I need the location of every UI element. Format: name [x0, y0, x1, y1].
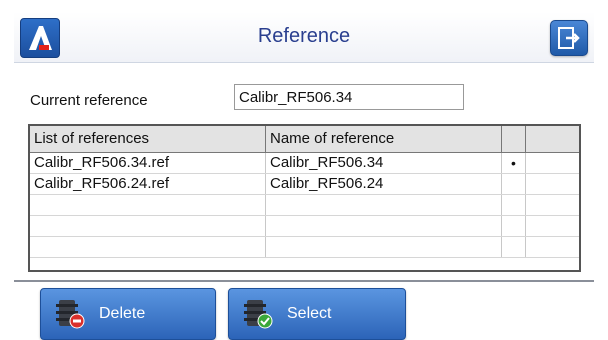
reference-name-cell: [266, 216, 502, 236]
references-table: List of references Name of reference Cal…: [28, 124, 581, 272]
column-header-mark: [502, 126, 526, 152]
table-row[interactable]: [30, 216, 579, 237]
table-header: List of references Name of reference: [30, 126, 579, 153]
extra-cell: [526, 174, 579, 194]
reference-file-cell: Calibr_RF506.34.ref: [30, 153, 266, 173]
exit-button[interactable]: [550, 20, 588, 56]
page-title: Reference: [257, 25, 351, 47]
select-button[interactable]: Select: [228, 288, 406, 340]
column-header-name[interactable]: Name of reference: [266, 126, 502, 152]
current-marker: [502, 237, 526, 257]
delete-button-label: Delete: [99, 305, 146, 322]
select-icon: [244, 300, 273, 329]
extra-cell: [526, 195, 579, 215]
header-bar: Reference: [14, 12, 594, 63]
reference-file-cell: Calibr_RF506.24.ref: [30, 174, 266, 194]
select-button-label: Select: [287, 305, 332, 322]
table-row[interactable]: Calibr_RF506.24.ref Calibr_RF506.24: [30, 174, 579, 195]
reference-name-cell: Calibr_RF506.34: [266, 153, 502, 173]
current-reference-label: Current reference: [30, 92, 148, 109]
reference-file-cell: [30, 216, 266, 236]
current-reference-field[interactable]: [234, 84, 464, 110]
footer-divider: [14, 280, 594, 282]
extra-cell: [526, 216, 579, 236]
reference-screen: Reference Current reference List of refe…: [14, 12, 594, 340]
current-marker: [502, 216, 526, 236]
reference-file-cell: [30, 195, 266, 215]
current-marker: •: [502, 153, 526, 173]
reference-name-cell: [266, 237, 502, 257]
column-header-extra: [526, 126, 579, 152]
table-row[interactable]: [30, 237, 579, 258]
reference-name-cell: [266, 195, 502, 215]
exit-icon: [558, 27, 580, 49]
delete-icon: [56, 300, 85, 329]
table-row[interactable]: Calibr_RF506.34.ref Calibr_RF506.34 •: [30, 153, 579, 174]
table-row[interactable]: [30, 195, 579, 216]
reference-file-cell: [30, 237, 266, 257]
current-marker: [502, 195, 526, 215]
current-marker: [502, 174, 526, 194]
column-header-list[interactable]: List of references: [30, 126, 266, 152]
delete-button[interactable]: Delete: [40, 288, 216, 340]
extra-cell: [526, 237, 579, 257]
reference-name-cell: Calibr_RF506.24: [266, 174, 502, 194]
extra-cell: [526, 153, 579, 173]
